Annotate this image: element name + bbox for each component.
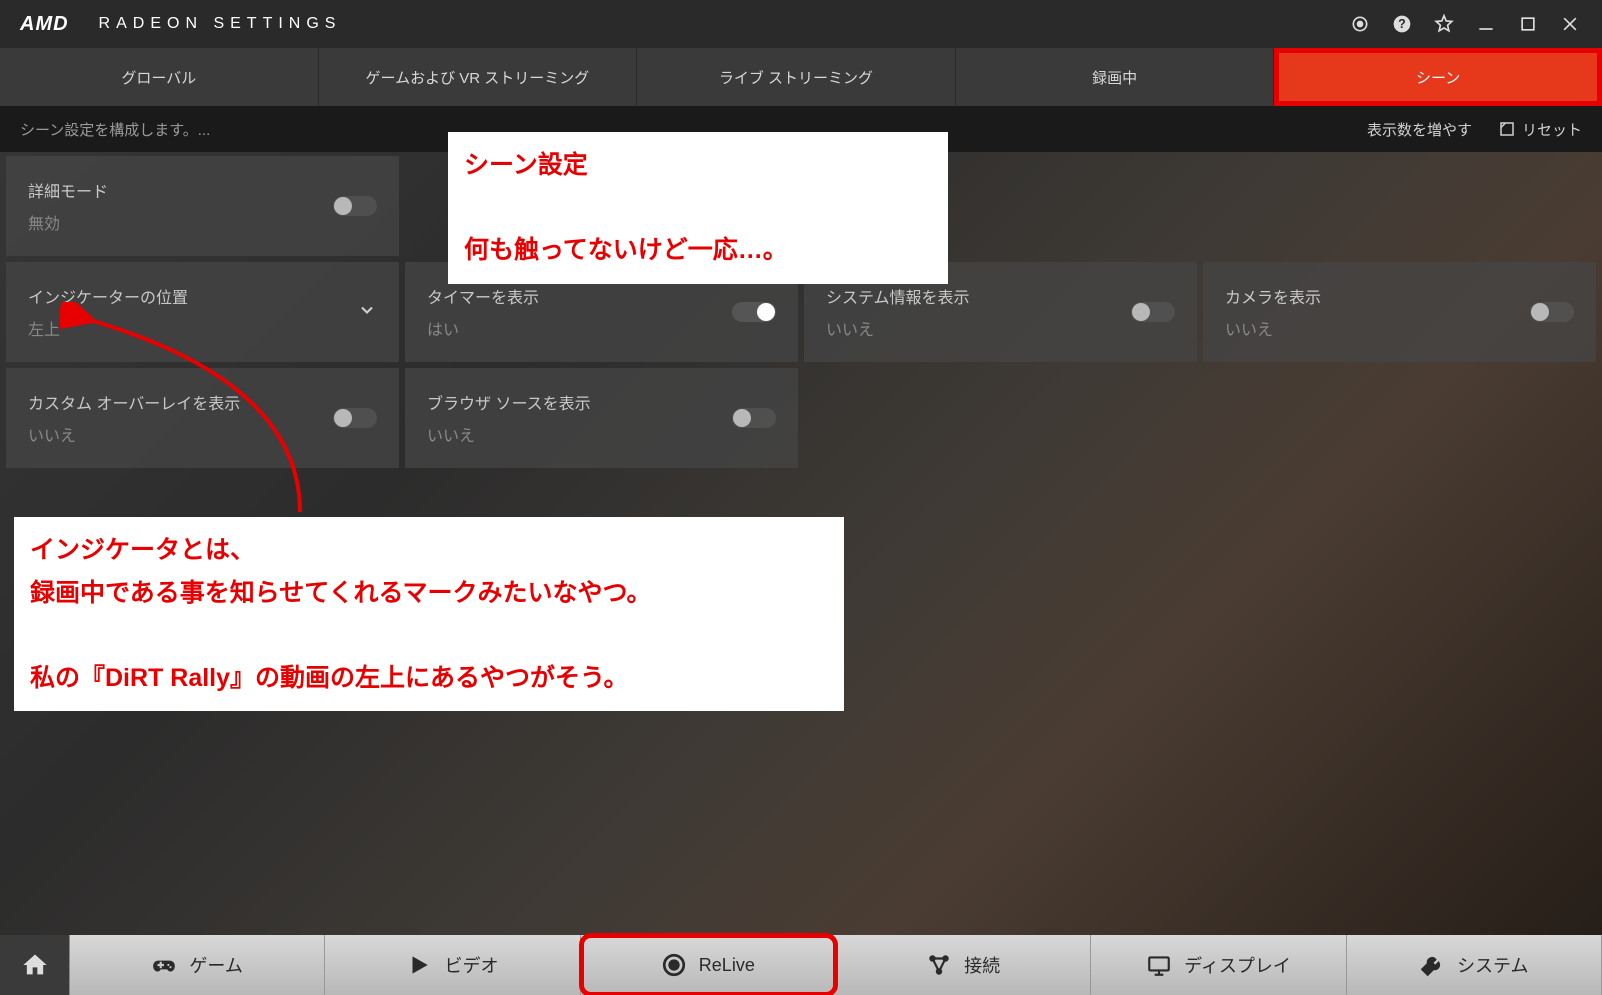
show-camera-toggle[interactable] [1530, 302, 1574, 322]
nav-connect-label: 接続 [964, 952, 1000, 978]
chevron-down-icon [357, 300, 377, 325]
sync-icon[interactable] [1348, 12, 1372, 36]
tile-show-camera[interactable]: カメラを表示 いいえ [1203, 262, 1596, 362]
browser-source-label: ブラウザ ソースを表示 [427, 390, 591, 414]
show-timer-value: はい [427, 316, 539, 340]
nav-display[interactable]: ディスプレイ [1091, 935, 1346, 995]
custom-overlay-toggle[interactable] [333, 408, 377, 428]
app-title: RADEON SETTINGS [99, 15, 342, 33]
close-icon[interactable] [1558, 12, 1582, 36]
tab-recording[interactable]: 録画中 [956, 48, 1275, 106]
indicator-position-value: 左上 [28, 316, 188, 340]
amd-logo: AMD [20, 13, 69, 36]
reset-label: リセット [1522, 119, 1582, 140]
wrench-icon [1419, 952, 1445, 978]
annotation-top-text: シーン設定 何も触ってないけど一応…。 [464, 144, 932, 272]
star-icon[interactable] [1432, 12, 1456, 36]
svg-text:?: ? [1398, 17, 1406, 31]
nav-video[interactable]: ビデオ [325, 935, 580, 995]
show-timer-toggle[interactable] [732, 302, 776, 322]
reset-icon [1498, 120, 1516, 138]
nav-relive[interactable]: ReLive [581, 935, 836, 995]
custom-overlay-value: いいえ [28, 422, 240, 446]
custom-overlay-label: カスタム オーバーレイを表示 [28, 390, 240, 414]
content-area: 詳細モード 無効 インジケーターの位置 左上 タイマーを表示 はい [0, 152, 1602, 936]
show-system-value: いいえ [826, 316, 970, 340]
maximize-icon[interactable] [1516, 12, 1540, 36]
tile-custom-overlay[interactable]: カスタム オーバーレイを表示 いいえ [6, 368, 399, 468]
show-camera-value: いいえ [1225, 316, 1321, 340]
minimize-icon[interactable] [1474, 12, 1498, 36]
show-timer-label: タイマーを表示 [427, 284, 539, 308]
nav-connect[interactable]: 接続 [836, 935, 1091, 995]
home-icon [21, 951, 49, 979]
show-system-toggle[interactable] [1131, 302, 1175, 322]
nav-relive-label: ReLive [699, 955, 755, 976]
nav-system[interactable]: システム [1347, 935, 1602, 995]
show-system-label: システム情報を表示 [826, 284, 970, 308]
advanced-mode-label: 詳細モード [28, 178, 108, 202]
tile-advanced-mode[interactable]: 詳細モード 無効 [6, 156, 399, 256]
nav-games[interactable]: ゲーム [70, 935, 325, 995]
nav-video-label: ビデオ [444, 952, 498, 978]
play-icon [406, 952, 432, 978]
browser-source-value: いいえ [427, 422, 591, 446]
tab-global[interactable]: グローバル [0, 48, 319, 106]
nav-home[interactable] [0, 935, 70, 995]
annotation-bottom-text: インジケータとは、 録画中である事を知らせてくれるマークみたいなやつ。 私の『D… [30, 529, 828, 699]
tile-browser-source[interactable]: ブラウザ ソースを表示 いいえ [405, 368, 798, 468]
display-icon [1146, 952, 1172, 978]
top-tabs: グローバル ゲームおよび VR ストリーミング ライブ ストリーミング 録画中 … [0, 48, 1602, 106]
tab-scene[interactable]: シーン [1274, 48, 1602, 106]
nav-display-label: ディスプレイ [1184, 952, 1291, 978]
help-icon[interactable]: ? [1390, 12, 1414, 36]
tile-indicator-position[interactable]: インジケーターの位置 左上 [6, 262, 399, 362]
annotation-bottom: インジケータとは、 録画中である事を知らせてくれるマークみたいなやつ。 私の『D… [14, 517, 844, 711]
nav-games-label: ゲーム [189, 952, 242, 978]
nav-system-label: システム [1457, 952, 1528, 978]
browser-source-toggle[interactable] [732, 408, 776, 428]
annotation-top: シーン設定 何も触ってないけど一応…。 [448, 132, 948, 284]
show-more-link[interactable]: 表示数を増やす [1367, 119, 1472, 140]
bottom-nav: ゲーム ビデオ ReLive 接続 ディスプレイ システム [0, 935, 1602, 995]
tab-live-stream[interactable]: ライブ ストリーミング [637, 48, 956, 106]
titlebar: AMD RADEON SETTINGS ? [0, 0, 1602, 48]
reset-link[interactable]: リセット [1498, 119, 1582, 140]
connect-icon [926, 952, 952, 978]
gamepad-icon [151, 952, 177, 978]
scene-description: シーン設定を構成します。... [20, 119, 210, 140]
advanced-mode-toggle[interactable] [333, 196, 377, 216]
advanced-mode-value: 無効 [28, 210, 108, 234]
show-camera-label: カメラを表示 [1225, 284, 1321, 308]
indicator-position-label: インジケーターの位置 [28, 284, 188, 308]
relive-icon [661, 952, 687, 978]
tab-game-vr[interactable]: ゲームおよび VR ストリーミング [319, 48, 638, 106]
